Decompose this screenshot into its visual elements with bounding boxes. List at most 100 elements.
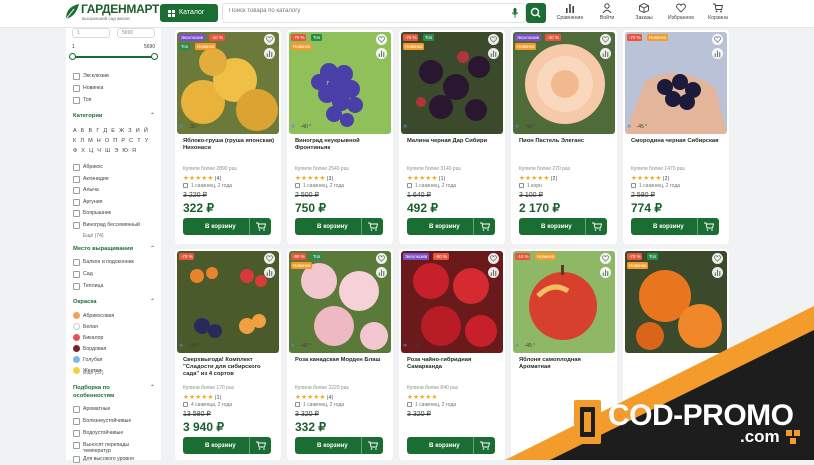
compare-button[interactable]: [264, 48, 275, 59]
filter-flag-exclusive[interactable]: Эксклюзив: [73, 73, 109, 82]
color-swatch[interactable]: [73, 356, 80, 363]
product-title[interactable]: Яблоня самоплодная Ароматная: [519, 357, 611, 371]
categories-more-link[interactable]: Ещё (74): [83, 233, 104, 239]
feature-item[interactable]: Ароматные: [73, 406, 110, 415]
product-card[interactable]: -70 % Топ Новинка ❄ -40 ° Виноград неукрывной…: [287, 30, 393, 244]
filter-flag-new[interactable]: Новинка: [73, 85, 103, 94]
category-item[interactable]: Абрикос: [73, 164, 103, 173]
category-item[interactable]: Алыча: [73, 187, 99, 196]
product-title[interactable]: Пион Пастель Элеганс: [519, 138, 611, 145]
stock-option[interactable]: 1 саженец, 2 года: [295, 402, 344, 408]
microphone-icon[interactable]: [511, 8, 519, 18]
compare-button[interactable]: [264, 267, 275, 278]
favorite-button[interactable]: [264, 253, 275, 264]
product-card[interactable]: -10 % Новинка ❄ -45 ° Яблоня самоплодная Аро…: [511, 249, 617, 460]
favorite-button[interactable]: [376, 253, 387, 264]
favorite-button[interactable]: [600, 34, 611, 45]
product-title[interactable]: Виноград неукрывной Фронтиньяк: [295, 138, 387, 152]
stock-option[interactable]: 1 корн: [519, 183, 542, 189]
product-title[interactable]: Малина черная Дар Сибири: [407, 138, 499, 145]
stock-option[interactable]: 1 саженец, 2 года: [407, 183, 456, 189]
product-title[interactable]: Роза чайно-гибридная Самарканда: [407, 357, 499, 371]
color-swatch[interactable]: [73, 312, 80, 319]
add-to-cart-button[interactable]: В корзину: [631, 218, 719, 235]
nav-compare[interactable]: Сравнение: [551, 3, 589, 25]
catalog-button[interactable]: Каталог: [160, 4, 218, 22]
category-item[interactable]: Актинидия: [73, 176, 109, 185]
product-card[interactable]: -70 % ❄ -40 ° Сверхвыгода! Комплект "Сладос…: [175, 249, 281, 460]
feature-item[interactable]: Для высокого уровня: [73, 456, 134, 465]
product-title[interactable]: Роза канадская Морден Блаш: [295, 357, 387, 364]
product-card[interactable]: -70 % Топ Новинка ❄ -40 ° Малина черная Дар С…: [399, 30, 505, 244]
chevron-up-icon[interactable]: ⌃: [150, 245, 155, 252]
price-from-input[interactable]: 1: [72, 28, 110, 38]
add-to-cart-button[interactable]: В корзину: [295, 218, 383, 235]
price-range-track[interactable]: [72, 56, 155, 58]
add-to-cart-button[interactable]: В корзину: [183, 218, 271, 235]
add-to-cart-button[interactable]: В корзину: [295, 437, 383, 454]
category-item[interactable]: Виноград бессемянный: [73, 222, 140, 231]
favorite-button[interactable]: [264, 34, 275, 45]
favorite-button[interactable]: [488, 34, 499, 45]
product-card[interactable]: Эксклюзив -30 % Новинка ❄ -40 ° Пион Пастель …: [511, 30, 617, 244]
product-card[interactable]: Эксклюзив -10 % Топ Новинка ❄ -30 ° Яблоко-гру…: [175, 30, 281, 244]
product-title[interactable]: Смородина черная Сибирская: [631, 138, 723, 145]
favorite-button[interactable]: [600, 253, 611, 264]
favorite-button[interactable]: [376, 34, 387, 45]
category-item[interactable]: Боярышник: [73, 210, 111, 219]
chevron-up-icon[interactable]: ⌃: [150, 298, 155, 305]
category-item[interactable]: Аргуния: [73, 199, 102, 208]
filter-flag-top[interactable]: Топ: [73, 97, 91, 106]
color-swatch[interactable]: [73, 367, 80, 374]
chevron-up-icon[interactable]: ⌃: [150, 112, 155, 119]
search-input[interactable]: [229, 8, 489, 14]
product-card[interactable]: -90 % Топ Новинка ❄ -45 ° Роза канадская Морд…: [287, 249, 393, 460]
search-box[interactable]: [222, 3, 526, 23]
stock-option[interactable]: 4 саженца, 2 года: [183, 402, 232, 408]
compare-button[interactable]: [712, 267, 723, 278]
product-photo[interactable]: [513, 251, 615, 353]
product-photo[interactable]: [401, 251, 503, 353]
compare-button[interactable]: [488, 48, 499, 59]
color-swatch[interactable]: [73, 334, 80, 341]
compare-button[interactable]: [376, 48, 387, 59]
feature-item[interactable]: Болезнеустойчивые: [73, 418, 131, 427]
search-button[interactable]: [526, 3, 546, 23]
compare-button[interactable]: [488, 267, 499, 278]
compare-button[interactable]: [712, 48, 723, 59]
colors-more-link[interactable]: Ещё (32): [83, 370, 104, 376]
price-range-handle-min[interactable]: [69, 53, 76, 60]
stock-option[interactable]: 1 саженец, 2 года: [407, 402, 456, 408]
nav-login[interactable]: Войти: [588, 3, 626, 25]
favorite-button[interactable]: [712, 34, 723, 45]
product-title[interactable]: Яблоко-груша (груша японская) Нихонаси: [183, 138, 275, 152]
nav-favorites[interactable]: Избранное: [662, 3, 700, 25]
place-item[interactable]: Балкон и подоконник: [73, 259, 134, 268]
favorite-button[interactable]: [712, 253, 723, 264]
product-photo[interactable]: [625, 32, 727, 134]
add-to-cart-button[interactable]: В корзину: [407, 218, 495, 235]
product-card[interactable]: Эксклюзив -90 % ❄ -30 ° Роза чайно-гибридная…: [399, 249, 505, 460]
add-to-cart-button[interactable]: В корзину: [519, 218, 607, 235]
place-item[interactable]: Теплица: [73, 283, 103, 292]
product-photo[interactable]: [177, 251, 279, 353]
compare-button[interactable]: [376, 267, 387, 278]
compare-button[interactable]: [600, 267, 611, 278]
color-swatch[interactable]: [73, 323, 80, 330]
logo[interactable]: ГАРДЕНМАРТ высшееший сад жизни: [64, 2, 162, 24]
feature-item[interactable]: Водоустойчивые: [73, 430, 123, 439]
alphabet-filter[interactable]: А Б В Г Д Е Ж З И Й К Л М Н О П Р С Т У …: [73, 126, 153, 156]
price-to-input[interactable]: 5690: [117, 28, 155, 38]
compare-button[interactable]: [600, 48, 611, 59]
nav-cart[interactable]: Корзина: [699, 3, 737, 25]
add-to-cart-button[interactable]: В корзину: [183, 437, 271, 454]
product-photo[interactable]: [177, 32, 279, 134]
place-item[interactable]: Сад: [73, 271, 93, 280]
favorite-button[interactable]: [488, 253, 499, 264]
nav-orders[interactable]: Заказы: [625, 3, 663, 25]
add-to-cart-button[interactable]: В корзину: [407, 437, 495, 454]
color-swatch[interactable]: [73, 345, 80, 352]
stock-option[interactable]: 1 саженец, 2 года: [183, 183, 232, 189]
stock-option[interactable]: 1 саженец, 2 года: [631, 183, 680, 189]
product-card[interactable]: -70 % Новинка ❄ -45 ° Смородина черная Сибир…: [623, 30, 729, 244]
